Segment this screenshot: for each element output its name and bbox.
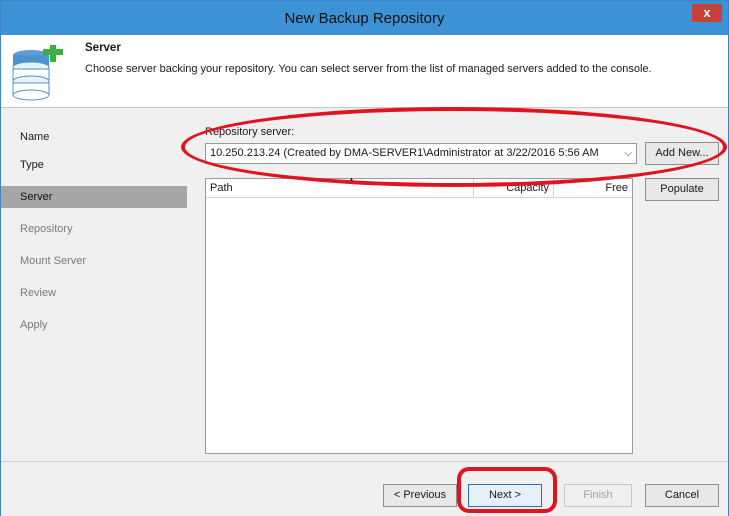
nav-step-apply: Apply (20, 319, 48, 331)
populate-button[interactable]: Populate (645, 178, 719, 201)
cancel-button[interactable]: Cancel (645, 484, 719, 507)
next-button[interactable]: Next > (468, 484, 542, 507)
column-capacity[interactable]: Capacity (474, 179, 554, 197)
table-header: Path ▲ Capacity Free (206, 175, 632, 198)
nav-step-mount-server: Mount Server (20, 255, 87, 267)
wizard-header: Server Choose server backing your reposi… (1, 35, 728, 108)
nav-step-repository: Repository (20, 223, 73, 235)
step-description: Choose server backing your repository. Y… (85, 63, 652, 75)
finish-button: Finish (564, 484, 632, 507)
window-title: New Backup Repository (284, 10, 445, 27)
wizard-steps-nav: Name Type Server Repository Mount Server… (1, 108, 187, 456)
wizard-footer: < Previous Next > Finish Cancel (1, 461, 728, 516)
database-add-icon (12, 45, 63, 101)
previous-button[interactable]: < Previous (383, 484, 457, 507)
column-path[interactable]: Path (206, 179, 474, 197)
nav-step-type[interactable]: Type (1, 154, 187, 176)
chevron-down-icon[interactable]: ⌵ (624, 144, 632, 163)
nav-step-review: Review (20, 287, 57, 299)
nav-step-server[interactable]: Server (1, 186, 187, 208)
title-bar[interactable]: New Backup Repository x (1, 1, 728, 35)
volumes-table[interactable]: Path ▲ Capacity Free (205, 175, 633, 454)
dialog-window: New Backup Repository x Server Choose se… (0, 0, 729, 516)
step-title: Server (85, 42, 121, 54)
repository-server-value: 10.250.213.24 (Created by DMA-SERVER1\Ad… (210, 147, 599, 159)
close-button[interactable]: x (692, 4, 722, 22)
column-free[interactable]: Free (554, 179, 632, 197)
repository-server-label: Repository server: (205, 126, 295, 138)
add-new-button[interactable]: Add New... (645, 142, 719, 165)
nav-step-name[interactable]: Name (1, 126, 187, 148)
repository-server-select[interactable]: 10.250.213.24 (Created by DMA-SERVER1\Ad… (205, 143, 637, 164)
sort-arrow-icon: ▲ (347, 175, 356, 185)
